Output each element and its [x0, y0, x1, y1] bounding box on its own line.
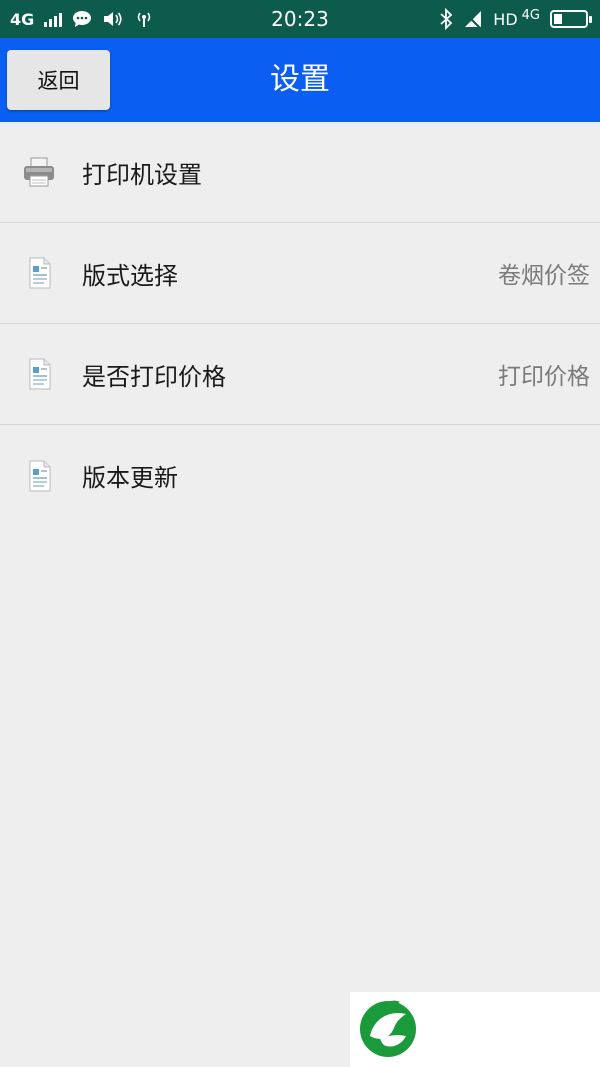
document-icon — [29, 460, 51, 491]
settings-item-printer[interactable]: 打印机设置 — [0, 122, 600, 223]
app-header: 返回 设置 — [0, 38, 600, 122]
leaf-logo-icon — [360, 1000, 416, 1057]
watermark — [350, 992, 600, 1067]
settings-item-value: 打印价格 — [498, 364, 590, 390]
status-right: HD 4G — [439, 0, 592, 38]
settings-item-value: 卷烟价签 — [498, 263, 590, 289]
settings-item-label: 版本更新 — [82, 464, 178, 492]
status-bar: 4G 20:23 HD 4G — [0, 0, 600, 38]
battery-icon — [550, 10, 592, 28]
settings-item-print-price[interactable]: 是否打印价格 打印价格 — [0, 324, 600, 425]
bluetooth-icon — [440, 8, 453, 30]
document-icon — [29, 257, 51, 289]
page-title: 设置 — [270, 62, 330, 97]
document-icon — [29, 358, 51, 390]
settings-item-label: 打印机设置 — [82, 160, 202, 189]
settings-list: 打印机设置 版式选择 卷烟价签 是否打印价格 打印价格 版本更新 — [0, 122, 600, 526]
network-type-right: 4G — [521, 7, 540, 23]
settings-item-label: 版式选择 — [82, 261, 178, 290]
hd-indicator: HD — [493, 9, 518, 29]
printer-icon — [24, 157, 54, 187]
settings-item-update[interactable]: 版本更新 — [0, 425, 600, 526]
settings-item-label: 是否打印价格 — [82, 362, 226, 391]
settings-item-layout[interactable]: 版式选择 卷烟价签 — [0, 223, 600, 324]
wifi-off-icon — [463, 11, 482, 29]
